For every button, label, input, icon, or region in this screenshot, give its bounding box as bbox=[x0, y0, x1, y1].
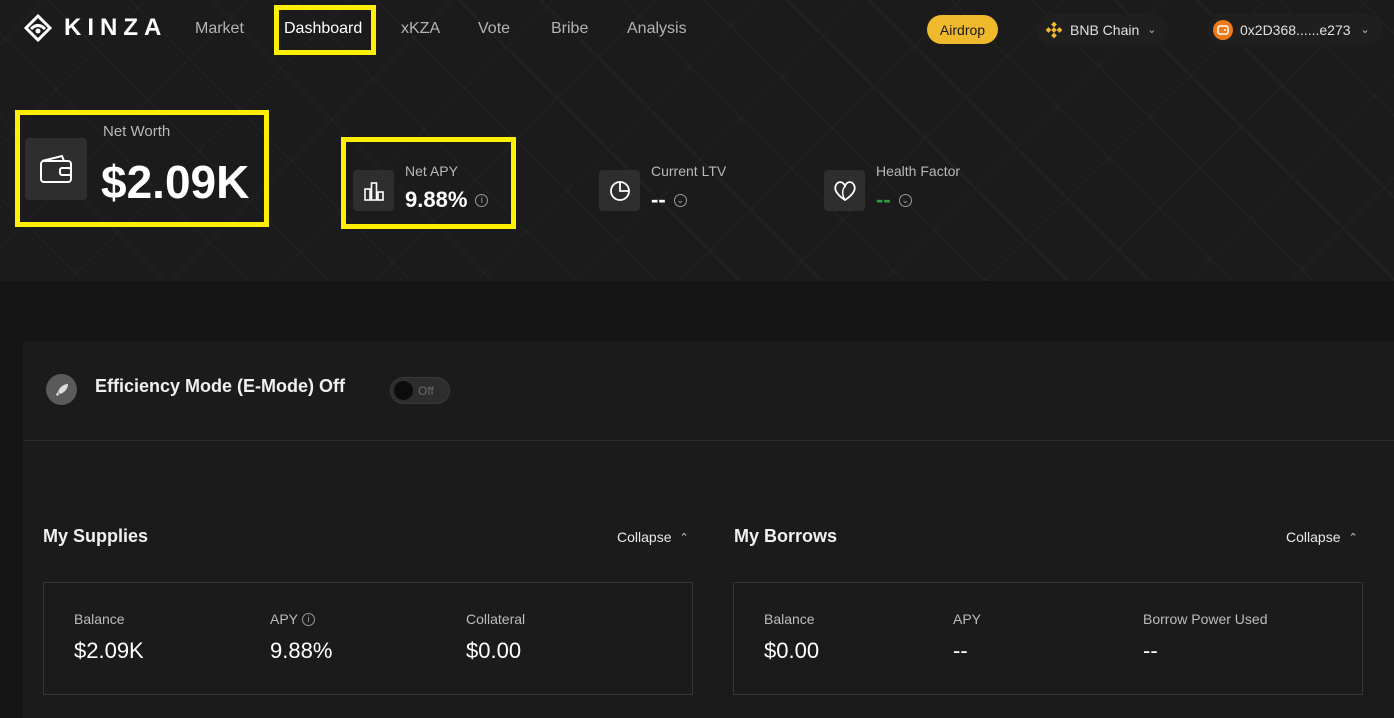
supplies-title: My Supplies bbox=[43, 526, 149, 546]
current-ltv-icon-box bbox=[599, 170, 640, 211]
wallet-button[interactable]: 0x2D368......e273 ⌄ bbox=[1207, 14, 1383, 45]
net-worth-label: Net Worth bbox=[103, 123, 171, 140]
bnb-icon bbox=[1045, 21, 1063, 38]
chevron-down-icon[interactable]: ⌄ bbox=[673, 193, 687, 207]
emode-toggle[interactable]: Off bbox=[390, 377, 450, 404]
supplies-collateral-value: $0.00 bbox=[466, 638, 522, 663]
supplies-apy-value: 9.88% bbox=[270, 638, 333, 663]
supplies-apy-label-row: APY i bbox=[270, 611, 316, 627]
chain-label: BNB Chain bbox=[1070, 21, 1140, 38]
borrow-power-value: -- bbox=[1143, 638, 1158, 663]
health-factor-label: Health Factor bbox=[876, 163, 961, 179]
current-ltv-label: Current LTV bbox=[651, 163, 727, 179]
supplies-summary-card: Balance $2.09K APY i 9.88% Collateral $0… bbox=[43, 582, 693, 695]
nav-market[interactable]: Market bbox=[195, 20, 244, 38]
airdrop-button[interactable]: Airdrop bbox=[927, 15, 998, 44]
toggle-knob bbox=[394, 381, 413, 400]
rocket-icon bbox=[46, 374, 77, 405]
health-factor-icon-box bbox=[824, 170, 865, 211]
heart-icon bbox=[833, 180, 856, 201]
health-factor-value-row: -- ⌄ bbox=[876, 187, 912, 213]
logo[interactable]: KINZA bbox=[24, 14, 167, 42]
health-factor-value: -- bbox=[876, 187, 891, 212]
borrows-summary-card: Balance $0.00 APY -- Borrow Power Used -… bbox=[733, 582, 1363, 695]
nav-vote[interactable]: Vote bbox=[478, 20, 510, 38]
bar-chart-icon bbox=[363, 181, 384, 201]
nav-analysis[interactable]: Analysis bbox=[627, 20, 687, 38]
pie-chart-icon bbox=[609, 180, 630, 201]
supplies-apy-label: APY bbox=[270, 611, 299, 627]
emode-title: Efficiency Mode (E-Mode) Off bbox=[95, 376, 346, 396]
net-worth-icon-box bbox=[25, 138, 87, 200]
chain-selector[interactable]: BNB Chain ⌄ bbox=[1037, 14, 1168, 45]
chevron-down-icon: ⌄ bbox=[1360, 24, 1370, 36]
info-icon[interactable]: i bbox=[302, 612, 316, 626]
info-icon[interactable]: i bbox=[475, 193, 489, 207]
net-apy-label: Net APY bbox=[405, 163, 458, 179]
chevron-down-icon[interactable]: ⌄ bbox=[898, 193, 912, 207]
wallet-avatar-icon bbox=[1213, 19, 1233, 40]
nav-bribe[interactable]: Bribe bbox=[551, 20, 588, 38]
current-ltv-value-row: -- ⌄ bbox=[651, 187, 687, 213]
borrows-apy-label: APY bbox=[953, 611, 982, 627]
logo-text: KINZA bbox=[64, 14, 168, 41]
supplies-balance-label: Balance bbox=[74, 611, 125, 627]
chevron-down-icon: ⌄ bbox=[1147, 24, 1157, 36]
toggle-label: Off bbox=[418, 384, 434, 398]
borrows-title: My Borrows bbox=[734, 526, 838, 546]
supplies-balance-value: $2.09K bbox=[74, 638, 144, 663]
divider bbox=[23, 440, 1394, 441]
nav-xkza[interactable]: xKZA bbox=[401, 20, 440, 38]
wallet-icon bbox=[40, 154, 72, 183]
borrows-balance-value: $0.00 bbox=[764, 638, 820, 663]
current-ltv-value: -- bbox=[651, 187, 666, 212]
nav-dashboard[interactable]: Dashboard bbox=[284, 20, 362, 38]
net-apy-value: 9.88% bbox=[405, 187, 468, 212]
borrows-collapse-button[interactable]: Collapse ⌃ bbox=[1286, 529, 1358, 545]
borrow-power-label: Borrow Power Used bbox=[1143, 611, 1268, 627]
borrows-apy-value: -- bbox=[953, 638, 968, 663]
wallet-address: 0x2D368......e273 bbox=[1240, 21, 1351, 38]
kinza-logo-icon bbox=[24, 14, 52, 42]
net-worth-value: $2.09K bbox=[101, 156, 250, 208]
net-apy-value-row: 9.88% i bbox=[405, 187, 489, 213]
supplies-collapse-button[interactable]: Collapse ⌃ bbox=[617, 529, 689, 545]
collapse-label: Collapse bbox=[1286, 529, 1341, 545]
collapse-label: Collapse bbox=[617, 529, 672, 545]
hero-background bbox=[0, 0, 1394, 281]
net-apy-icon-box bbox=[353, 170, 394, 211]
chevron-up-icon: ⌃ bbox=[1348, 531, 1358, 544]
borrows-balance-label: Balance bbox=[764, 611, 815, 627]
supplies-collateral-label: Collateral bbox=[466, 611, 526, 627]
chevron-up-icon: ⌃ bbox=[679, 531, 689, 544]
